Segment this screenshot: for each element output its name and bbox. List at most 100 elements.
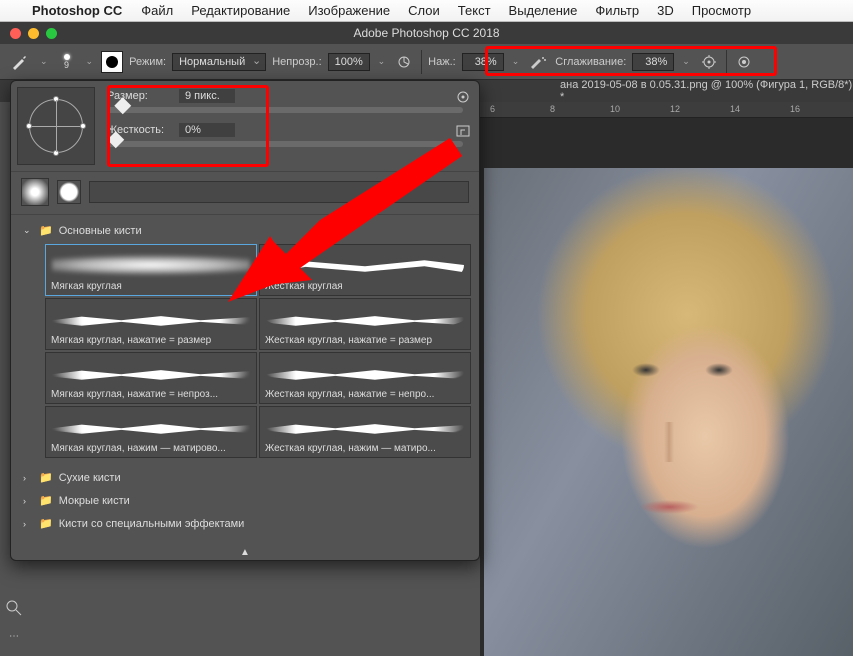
menu-layers[interactable]: Слои [399,3,449,18]
brush-tip-preview[interactable] [17,87,95,165]
edit-toolbar-icon[interactable]: ⋯ [9,631,19,642]
divider [726,50,727,74]
recent-brush-thumb[interactable] [21,178,49,206]
ruler-tick: 14 [730,104,740,114]
zoom-window-button[interactable] [46,28,57,39]
folder-icon: 📁 [39,224,53,237]
folder-label: Сухие кисти [59,472,121,484]
options-bar: ⌄ 9 ⌄ Режим: Нормальный Непрозр.: 100% ⌄… [0,44,853,80]
document-canvas[interactable] [480,118,853,656]
smoothing-label: Сглаживание: [555,56,626,68]
size-label: Размер: [107,90,179,102]
macos-menubar: Photoshop CC Файл Редактирование Изображ… [0,0,853,22]
ruler-tick: 10 [610,104,620,114]
menu-text[interactable]: Текст [449,3,500,18]
brush-list: ⌄ 📁 Основные кисти Мягкая круглая Жестка… [11,215,479,545]
flow-input[interactable]: 38% [462,53,504,71]
flow-label: Наж.: [428,56,456,68]
panel-settings-icon[interactable] [455,89,471,108]
panel-resize-handle[interactable]: ▲ [11,545,479,560]
brush-panel-toggle[interactable] [101,51,123,73]
folder-icon: 📁 [39,494,53,507]
app-name[interactable]: Photoshop CC [22,3,132,18]
brush-label: Мягкая круглая, нажим — матирово... [46,440,256,457]
brush-folder-main[interactable]: ⌄ 📁 Основные кисти [17,219,473,242]
brush-folder-dry[interactable]: › 📁 Сухие кисти [17,466,473,489]
pressure-size-icon[interactable] [733,51,755,73]
brush-hard-round[interactable]: Жесткая круглая [259,244,471,296]
menu-select[interactable]: Выделение [500,3,587,18]
left-toolbar-partial: ⋯ [0,600,28,642]
folder-label: Мокрые кисти [59,495,130,507]
minimize-window-button[interactable] [28,28,39,39]
new-preset-icon[interactable] [455,124,471,141]
canvas-image [484,168,853,656]
chevron-right-icon: › [23,519,33,529]
recent-brush-thumb[interactable] [57,180,81,204]
brush-label: Мягкая круглая, нажатие = размер [46,332,256,349]
opacity-label: Непрозр.: [272,56,321,68]
hardness-value[interactable]: 0% [179,123,235,137]
menu-view[interactable]: Просмотр [683,3,760,18]
menu-3d[interactable]: 3D [648,3,683,18]
folder-label: Основные кисти [59,225,142,237]
brush-preset-panel: Размер: 9 пикс. Жесткость: 0% ⌄ [10,80,480,561]
opacity-input[interactable]: 100% [328,53,370,71]
brush-label: Жесткая круглая, нажатие = непро... [260,386,470,403]
brush-size-indicator: 9 [64,60,69,70]
brush-label: Мягкая круглая, нажатие = непроз... [46,386,256,403]
ruler-tick: 16 [790,104,800,114]
brush-label: Жесткая круглая, нажатие = размер [260,332,470,349]
hardness-slider[interactable] [107,141,463,147]
menu-filter[interactable]: Фильтр [586,3,648,18]
recent-brushes-row [11,171,479,215]
menu-image[interactable]: Изображение [299,3,399,18]
smoothing-input[interactable]: 38% [632,53,674,71]
brush-label: Мягкая круглая [46,278,256,295]
horizontal-ruler: 6 8 10 12 14 16 [480,102,853,118]
brush-label: Жесткая круглая [260,278,470,295]
brush-tool-icon[interactable] [6,49,32,75]
smoothing-dropdown-icon[interactable]: ⌄ [680,56,692,67]
tool-preset-dropdown-icon[interactable]: ⌄ [38,56,50,67]
airbrush-icon[interactable] [527,51,549,73]
menu-edit[interactable]: Редактирование [182,3,299,18]
brush-hard-round-pressure-opacity[interactable]: Жесткая круглая, нажатие = непро... [259,352,471,404]
folder-icon: 📁 [39,471,53,484]
recent-brush-stroke[interactable] [89,181,469,203]
ruler-tick: 12 [670,104,680,114]
window-titlebar: Adobe Photoshop CC 2018 [0,22,853,44]
zoom-tool-icon[interactable] [6,600,22,621]
folder-label: Кисти со специальными эффектами [59,518,245,530]
ruler-tick: 8 [550,104,555,114]
window-title: Adobe Photoshop CC 2018 [353,26,499,40]
brush-soft-round[interactable]: Мягкая круглая [45,244,257,296]
size-value[interactable]: 9 пикс. [179,89,235,103]
brush-folder-fx[interactable]: › 📁 Кисти со специальными эффектами [17,512,473,535]
brush-hard-round-pressure-size[interactable]: Жесткая круглая, нажатие = размер [259,298,471,350]
mode-label: Режим: [129,56,166,68]
folder-icon: 📁 [39,517,53,530]
ruler-tick: 6 [490,104,495,114]
brush-soft-round-pressure-opacity[interactable]: Мягкая круглая, нажатие = непроз... [45,352,257,404]
blend-mode-select[interactable]: Нормальный [172,53,266,71]
size-slider[interactable] [107,107,463,113]
chevron-right-icon: › [23,473,33,483]
brush-label: Жесткая круглая, нажим — матиро... [260,440,470,457]
brush-soft-round-matte[interactable]: Мягкая круглая, нажим — матирово... [45,406,257,458]
brush-soft-round-pressure-size[interactable]: Мягкая круглая, нажатие = размер [45,298,257,350]
opacity-dropdown-icon[interactable]: ⌄ [376,56,388,67]
pressure-opacity-icon[interactable] [393,51,415,73]
flow-dropdown-icon[interactable]: ⌄ [510,56,522,67]
brush-folder-wet[interactable]: › 📁 Мокрые кисти [17,489,473,512]
chevron-right-icon: › [23,496,33,506]
close-window-button[interactable] [10,28,21,39]
document-tab-title: ана 2019-05-08 в 0.05.31.png @ 100% (Фиг… [560,79,853,103]
chevron-down-icon: ⌄ [23,225,33,236]
menu-file[interactable]: Файл [132,3,182,18]
smoothing-options-icon[interactable] [698,51,720,73]
brush-preset-dropdown-icon[interactable]: ⌄ [84,56,96,67]
divider [421,50,422,74]
brush-preset-picker[interactable]: 9 [56,49,78,75]
brush-hard-round-matte[interactable]: Жесткая круглая, нажим — матиро... [259,406,471,458]
